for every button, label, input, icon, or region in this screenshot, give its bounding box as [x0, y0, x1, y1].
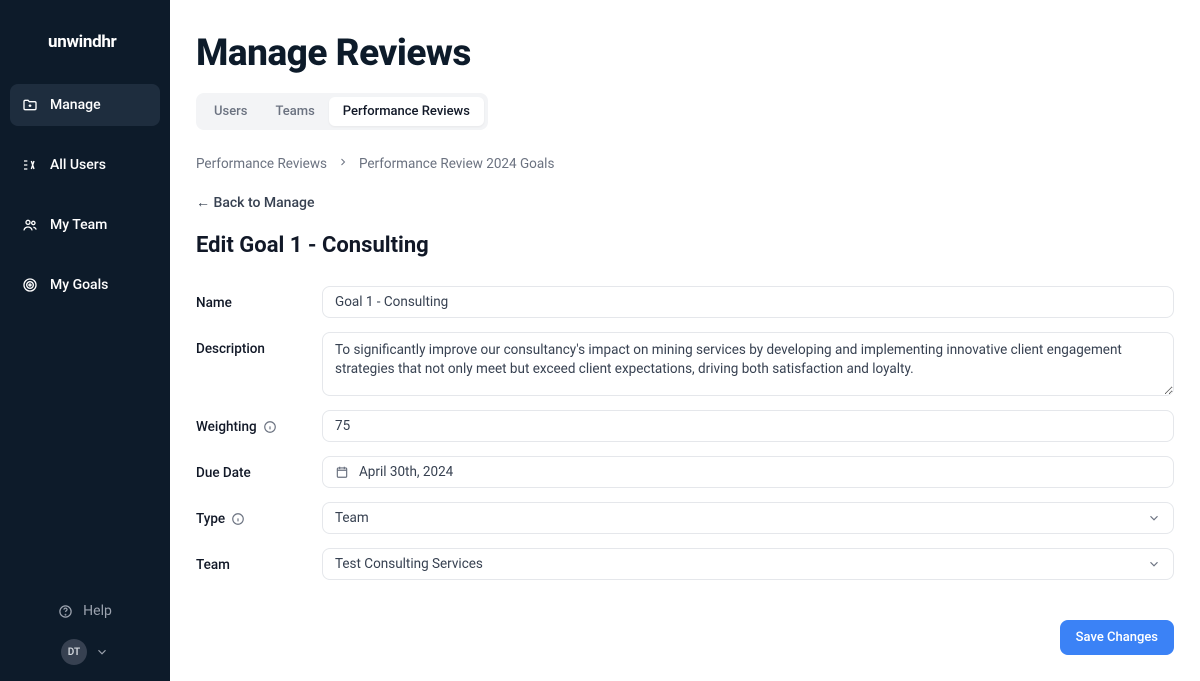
- target-icon: [22, 277, 38, 293]
- type-value: Team: [335, 510, 369, 526]
- save-button[interactable]: Save Changes: [1060, 620, 1174, 655]
- sidebar-nav: Manage All Users My Team My Goals: [0, 84, 170, 577]
- tab-performance-reviews[interactable]: Performance Reviews: [329, 97, 484, 126]
- folder-plus-icon: [22, 97, 38, 113]
- sidebar: unwindhr Manage All Users My Team My Goa…: [0, 0, 170, 681]
- chevron-down-icon: [1147, 557, 1161, 571]
- form-row-due-date: Due Date April 30th, 2024: [196, 456, 1174, 488]
- help-label: Help: [83, 603, 112, 619]
- chevron-right-icon: [337, 156, 349, 172]
- form-row-description: Description To significantly improve our…: [196, 332, 1174, 396]
- form-row-name: Name: [196, 286, 1174, 318]
- form-row-weighting: Weighting: [196, 410, 1174, 442]
- back-link[interactable]: ← Back to Manage: [196, 194, 314, 211]
- sidebar-item-my-team[interactable]: My Team: [10, 204, 160, 246]
- weighting-input[interactable]: [322, 410, 1174, 442]
- form-row-type: Type Team: [196, 502, 1174, 534]
- sidebar-item-all-users[interactable]: All Users: [10, 144, 160, 186]
- label-name: Name: [196, 286, 322, 311]
- help-circle-icon: [58, 604, 73, 619]
- breadcrumb: Performance Reviews Performance Review 2…: [196, 156, 1174, 172]
- sidebar-item-label: My Goals: [50, 277, 108, 293]
- users-icon: [22, 217, 38, 233]
- sidebar-item-label: All Users: [50, 157, 106, 173]
- user-menu[interactable]: DT: [16, 639, 154, 665]
- sidebar-footer: Help DT: [0, 577, 170, 681]
- type-select[interactable]: Team: [322, 502, 1174, 534]
- avatar: DT: [61, 639, 87, 665]
- due-date-value: April 30th, 2024: [359, 464, 453, 480]
- page-title: Manage Reviews: [196, 32, 1174, 75]
- label-type: Type: [196, 502, 322, 527]
- label-weighting: Weighting: [196, 410, 322, 435]
- label-description: Description: [196, 332, 322, 357]
- breadcrumb-item: Performance Review 2024 Goals: [359, 156, 555, 172]
- help-link[interactable]: Help: [16, 593, 154, 629]
- name-input[interactable]: [322, 286, 1174, 318]
- team-select[interactable]: Test Consulting Services: [322, 548, 1174, 580]
- chevron-down-icon: [95, 645, 109, 659]
- breadcrumb-item[interactable]: Performance Reviews: [196, 156, 327, 172]
- label-due-date: Due Date: [196, 456, 322, 481]
- form-row-team: Team Test Consulting Services: [196, 548, 1174, 580]
- sidebar-item-label: Manage: [50, 97, 101, 113]
- main-content: Manage Reviews Users Teams Performance R…: [170, 0, 1200, 681]
- chevron-down-icon: [1147, 511, 1161, 525]
- sidebar-item-label: My Team: [50, 217, 107, 233]
- sidebar-item-my-goals[interactable]: My Goals: [10, 264, 160, 306]
- section-title: Edit Goal 1 - Consulting: [196, 233, 1174, 258]
- due-date-picker[interactable]: April 30th, 2024: [322, 456, 1174, 488]
- sidebar-item-manage[interactable]: Manage: [10, 84, 160, 126]
- label-team: Team: [196, 548, 322, 573]
- info-icon: [231, 512, 245, 526]
- save-row: Save Changes: [196, 620, 1174, 655]
- brand-logo: unwindhr: [0, 0, 170, 84]
- calendar-icon: [335, 465, 349, 479]
- sort-az-icon: [22, 157, 38, 173]
- tab-teams[interactable]: Teams: [261, 97, 328, 126]
- tab-users[interactable]: Users: [200, 97, 261, 126]
- tabs: Users Teams Performance Reviews: [196, 93, 488, 130]
- info-icon: [263, 420, 277, 434]
- team-value: Test Consulting Services: [335, 556, 483, 572]
- description-textarea[interactable]: To significantly improve our consultancy…: [322, 332, 1174, 396]
